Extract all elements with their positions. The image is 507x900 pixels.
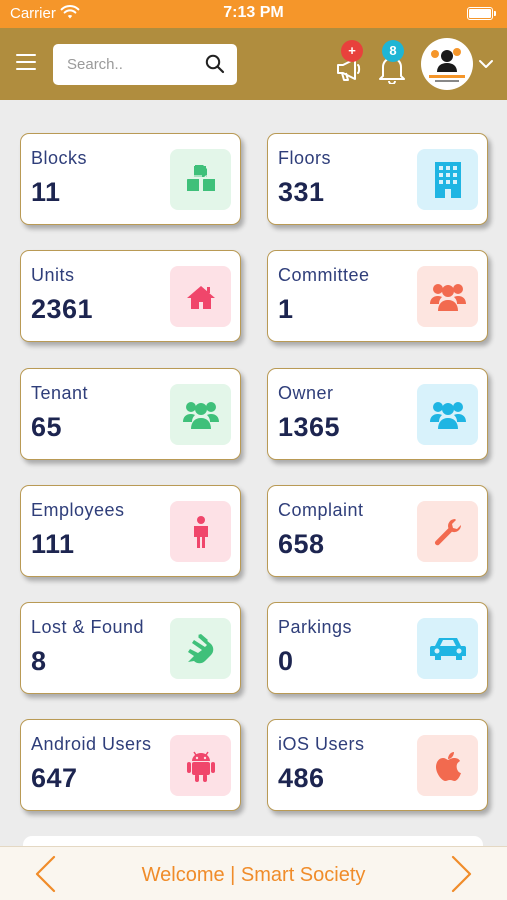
- card-label: iOS Users: [278, 734, 365, 754]
- home-icon: [170, 266, 231, 327]
- card-tenant[interactable]: Tenant 65: [20, 368, 241, 460]
- profile-dropdown-icon[interactable]: [478, 56, 494, 74]
- card-label: Android Users: [31, 734, 152, 754]
- card-label: Blocks: [31, 148, 88, 168]
- card-value: 65: [31, 412, 63, 442]
- android-icon: [170, 735, 231, 796]
- card-owner[interactable]: Owner 1365: [267, 368, 488, 460]
- car-icon: [417, 618, 478, 679]
- footer-bar: Welcome | Smart Society: [0, 846, 507, 900]
- search-icon[interactable]: [205, 54, 225, 79]
- card-lost-and-found[interactable]: Lost & Found 8: [20, 602, 241, 694]
- card-blocks[interactable]: Blocks 11: [20, 133, 241, 225]
- apple-icon: [417, 735, 478, 796]
- profile-avatar[interactable]: [421, 38, 473, 90]
- card-floors[interactable]: Floors 331: [267, 133, 488, 225]
- status-bar: Carrier 7:13 PM: [0, 0, 507, 28]
- users-icon: [417, 266, 478, 327]
- search-box: [53, 44, 237, 85]
- users-icon: [170, 384, 231, 445]
- card-value: 1365: [278, 412, 341, 442]
- card-label: Lost & Found: [31, 617, 145, 637]
- hands-icon: [170, 618, 231, 679]
- cubes-icon: [170, 149, 231, 210]
- card-committee[interactable]: Committee 1: [267, 250, 488, 342]
- card-value: 11: [31, 177, 61, 207]
- clock: 7:13 PM: [223, 4, 284, 21]
- card-label: Floors: [278, 148, 332, 168]
- card-parkings[interactable]: Parkings 0: [267, 602, 488, 694]
- card-value: 331: [278, 177, 325, 207]
- notification-count-badge: 8: [382, 40, 404, 62]
- hamburger-menu-icon[interactable]: [16, 54, 36, 72]
- wrench-icon: [417, 501, 478, 562]
- card-value: 486: [278, 763, 325, 793]
- card-label: Owner: [278, 383, 334, 403]
- card-value: 2361: [31, 294, 94, 324]
- card-label: Committee: [278, 265, 370, 285]
- users-icon: [417, 384, 478, 445]
- card-units[interactable]: Units 2361: [20, 250, 241, 342]
- notifications-button[interactable]: 8: [378, 40, 408, 84]
- society-logo-icon: [422, 39, 472, 89]
- card-label: Tenant: [31, 383, 89, 403]
- card-value: 8: [31, 646, 47, 676]
- battery-icon: [467, 7, 496, 20]
- card-label: Complaint: [278, 500, 364, 520]
- person-icon: [170, 501, 231, 562]
- card-ios-users[interactable]: iOS Users 486: [267, 719, 488, 811]
- top-nav-bar: + 8: [0, 28, 507, 100]
- card-complaint[interactable]: Complaint 658: [267, 485, 488, 577]
- card-employees[interactable]: Employees 111: [20, 485, 241, 577]
- card-android-users[interactable]: Android Users 647: [20, 719, 241, 811]
- card-label: Parkings: [278, 617, 353, 637]
- announcement-button[interactable]: +: [335, 40, 369, 84]
- building-icon: [417, 149, 478, 210]
- card-value: 647: [31, 763, 78, 793]
- card-value: 111: [31, 529, 75, 559]
- card-label: Employees: [31, 500, 125, 520]
- card-label: Units: [31, 265, 75, 285]
- card-value: 1: [278, 294, 294, 324]
- card-value: 658: [278, 529, 325, 559]
- welcome-text: Welcome | Smart Society: [141, 864, 366, 886]
- card-value: 0: [278, 646, 294, 676]
- search-input[interactable]: [67, 53, 197, 75]
- chevron-right-icon[interactable]: [451, 855, 473, 898]
- announcement-badge: +: [341, 40, 363, 62]
